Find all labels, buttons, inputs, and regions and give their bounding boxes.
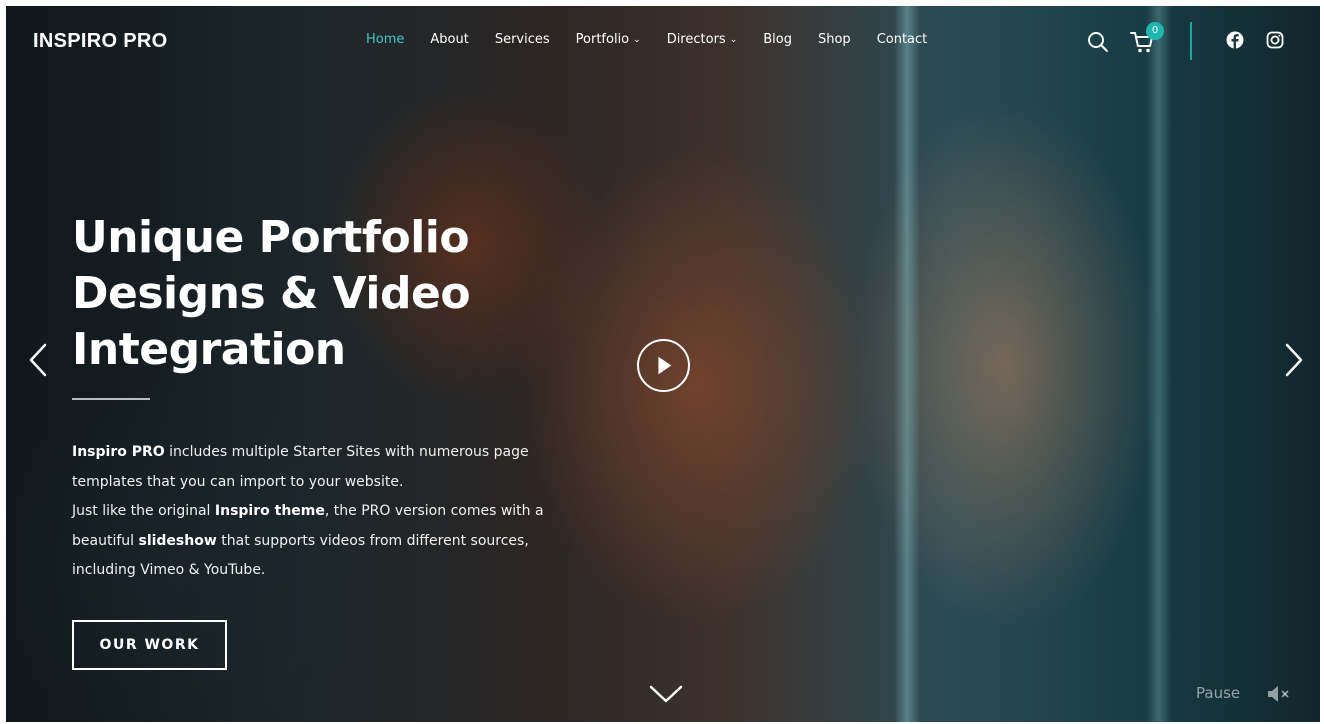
- chevron-down-icon: ⌄: [633, 34, 641, 45]
- nav-item-label: Home: [366, 32, 405, 47]
- header-divider: [1190, 22, 1192, 60]
- description-highlight: Inspiro theme: [214, 503, 325, 519]
- hero-description: Inspiro PRO includes multiple Starter Si…: [72, 438, 592, 586]
- nav-item-portfolio[interactable]: Portfolio ⌄: [576, 32, 641, 47]
- background-light-streak: [894, 6, 920, 722]
- description-text: that supports videos from different sour…: [216, 532, 529, 549]
- description-line: templates that you can import to your we…: [72, 468, 592, 498]
- nav-item-label: About: [430, 32, 469, 47]
- cart-count-badge: 0: [1146, 22, 1164, 40]
- scroll-down-arrow-icon[interactable]: [648, 682, 684, 706]
- description-line: including Vimeo & YouTube.: [72, 556, 592, 586]
- hero-slideshow: INSPIRO PRO Home About Services Portfolio ⌄ D…: [6, 6, 1320, 722]
- nav-item-label: Services: [494, 32, 550, 47]
- nav-item-label: Contact: [876, 32, 928, 47]
- description-text: templates that you can import to your we…: [72, 473, 404, 490]
- nav-item-about[interactable]: About: [430, 32, 468, 47]
- description-text: beautiful: [72, 532, 139, 549]
- previous-slide-arrow-icon[interactable]: [26, 342, 50, 378]
- description-text: including Vimeo & YouTube.: [72, 562, 266, 578]
- site-header: INSPIRO PRO Home About Services Portfolio ⌄ D…: [6, 6, 1320, 78]
- nav-item-blog[interactable]: Blog: [763, 32, 792, 47]
- description-text: includes multiple Starter Sites with num…: [164, 444, 529, 460]
- nav-item-label: Shop: [817, 32, 851, 47]
- hero-headline-line: Integration: [72, 324, 346, 375]
- description-line: Just like the original Inspiro theme, th…: [72, 497, 592, 527]
- main-nav: Home About Services Portfolio ⌄ Directors ⌄ Blo…: [366, 32, 953, 47]
- nav-item-directors[interactable]: Directors ⌄: [667, 32, 738, 47]
- hero-headline: Unique Portfolio Designs & Video Integra…: [72, 210, 532, 378]
- nav-item-label: Blog: [763, 32, 792, 47]
- nav-item-home[interactable]: Home: [366, 32, 404, 47]
- description-line: Inspiro PRO includes multiple Starter Si…: [72, 438, 592, 468]
- site-logo[interactable]: INSPIRO PRO: [33, 30, 167, 53]
- description-highlight: slideshow: [138, 532, 217, 549]
- nav-item-services[interactable]: Services: [495, 32, 550, 47]
- nav-item-label: Portfolio: [575, 32, 630, 47]
- background-light-streak: [1146, 6, 1172, 722]
- facebook-icon[interactable]: [1226, 31, 1244, 49]
- nav-item-contact[interactable]: Contact: [877, 32, 928, 47]
- hero-headline-line: Designs & Video: [72, 268, 471, 319]
- nav-item-label: Directors: [666, 32, 726, 47]
- chevron-down-icon: ⌄: [729, 34, 738, 45]
- pause-video-button[interactable]: Pause: [1196, 684, 1240, 702]
- instagram-icon[interactable]: [1266, 31, 1284, 49]
- description-text: , the PRO version comes with a: [324, 503, 544, 519]
- play-video-button[interactable]: [637, 339, 690, 392]
- search-icon[interactable]: [1086, 30, 1110, 54]
- description-highlight: Inspiro PRO: [72, 444, 165, 460]
- description-text: Just like the original: [72, 503, 215, 519]
- mute-icon[interactable]: [1266, 684, 1292, 704]
- our-work-button[interactable]: OUR WORK: [72, 620, 227, 670]
- headline-underline: [72, 398, 150, 400]
- nav-item-shop[interactable]: Shop: [818, 32, 851, 47]
- next-slide-arrow-icon[interactable]: [1282, 342, 1306, 378]
- description-line: beautiful slideshow that supports videos…: [72, 527, 592, 557]
- hero-headline-line: Unique Portfolio: [72, 212, 470, 263]
